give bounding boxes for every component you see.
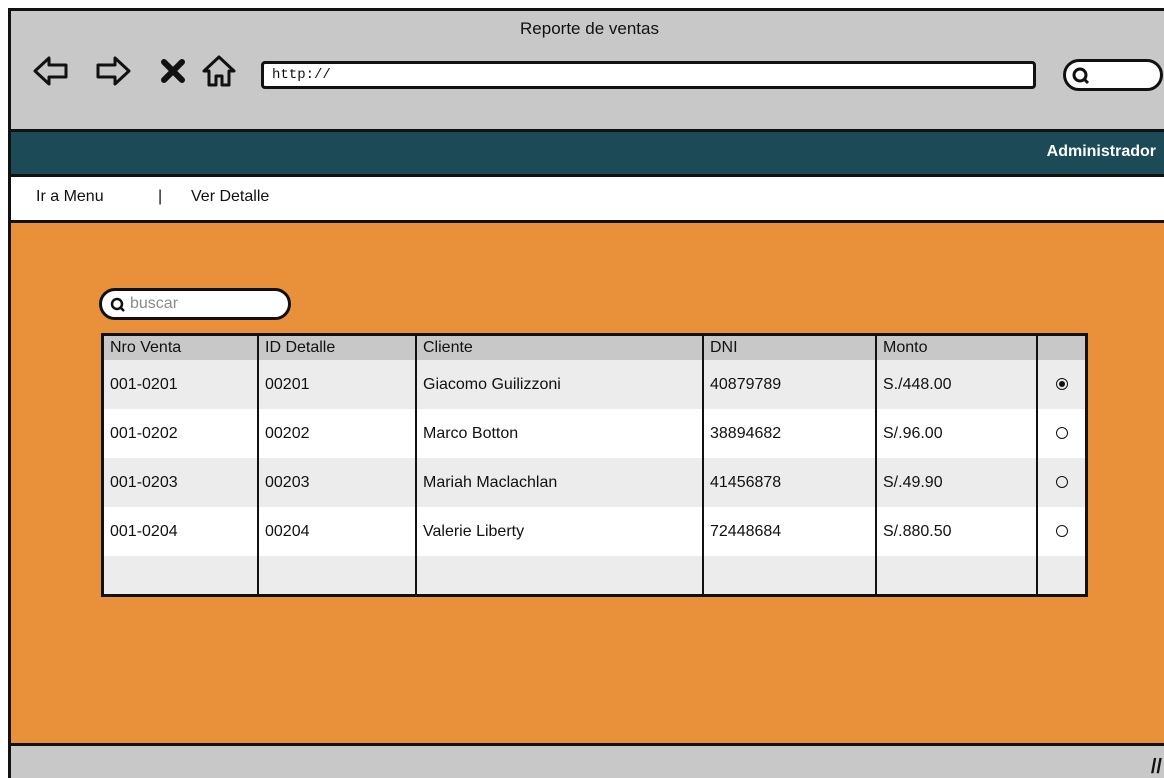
cell-select (1037, 458, 1087, 507)
cell-nro-venta: 001-0204 (102, 507, 259, 556)
search-icon (1072, 67, 1090, 85)
user-label[interactable]: Administrador (1047, 143, 1156, 161)
cell-select (1037, 507, 1087, 556)
back-arrow-icon[interactable] (33, 53, 69, 89)
column-header-monto[interactable]: Monto (876, 334, 1038, 360)
menu-item-ir-a-menu[interactable]: Ir a Menu (36, 188, 104, 206)
row-select-radio[interactable] (1055, 525, 1068, 538)
cell-nro-venta: 001-0203 (102, 458, 259, 507)
url-bar[interactable]: http:// (261, 61, 1036, 89)
search-icon (110, 297, 125, 312)
search-input[interactable] (130, 294, 280, 314)
cell-monto: S./448.00 (876, 360, 1038, 409)
menu-bar: Ir a Menu | Ver Detalle (11, 177, 1164, 223)
column-header-cliente[interactable]: Cliente (416, 334, 704, 360)
column-header-nro-venta[interactable]: Nro Venta (102, 334, 259, 360)
cell-cliente: Valerie Liberty (416, 507, 704, 556)
cell-nro-venta: 001-0201 (102, 360, 259, 409)
table-row-empty (102, 556, 1087, 596)
row-select-radio[interactable] (1055, 427, 1068, 440)
table-row[interactable]: 001-0203 00203 Mariah Maclachlan 4145687… (102, 458, 1087, 507)
cell-id-detalle: 00203 (258, 458, 417, 507)
column-header-select (1037, 334, 1087, 360)
cell-id-detalle: 00201 (258, 360, 417, 409)
cell-dni: 38894682 (703, 409, 877, 458)
home-icon[interactable] (201, 53, 237, 89)
cell-id-detalle: 00204 (258, 507, 417, 556)
cell-nro-venta: 001-0202 (102, 409, 259, 458)
app-header: Administrador (11, 129, 1164, 177)
cell-select (1037, 409, 1087, 458)
cell-select (1037, 360, 1087, 409)
browser-titlebar: Reporte de ventas http:// (11, 11, 1164, 129)
close-icon[interactable] (155, 53, 191, 89)
table-row[interactable]: 001-0204 00204 Valerie Liberty 72448684 … (102, 507, 1087, 556)
browser-window: Reporte de ventas http:// Administrador … (8, 8, 1164, 778)
cell-dni: 40879789 (703, 360, 877, 409)
cell-monto: S/.49.90 (876, 458, 1038, 507)
search-box[interactable] (99, 288, 291, 320)
resize-grip-icon[interactable]: // (1151, 756, 1162, 778)
cell-dni: 41456878 (703, 458, 877, 507)
table-header-row: Nro Venta ID Detalle Cliente DNI Monto (102, 334, 1087, 360)
content-area: Nro Venta ID Detalle Cliente DNI Monto 0… (11, 223, 1164, 743)
table-row[interactable]: 001-0201 00201 Giacomo Guilizzoni 408797… (102, 360, 1087, 409)
forward-arrow-icon[interactable] (95, 53, 131, 89)
cell-monto: S/.96.00 (876, 409, 1038, 458)
cell-monto: S/.880.50 (876, 507, 1038, 556)
cell-id-detalle: 00202 (258, 409, 417, 458)
row-select-radio[interactable] (1055, 378, 1068, 391)
window-title: Reporte de ventas (520, 19, 659, 38)
cell-cliente: Marco Botton (416, 409, 704, 458)
table-row[interactable]: 001-0202 00202 Marco Botton 38894682 S/.… (102, 409, 1087, 458)
cell-cliente: Mariah Maclachlan (416, 458, 704, 507)
menu-item-ver-detalle[interactable]: Ver Detalle (191, 188, 269, 206)
cell-cliente: Giacomo Guilizzoni (416, 360, 704, 409)
status-bar: // (11, 743, 1164, 778)
browser-search-box[interactable] (1063, 59, 1163, 91)
menu-separator: | (158, 188, 163, 205)
row-select-radio[interactable] (1055, 476, 1068, 489)
column-header-id-detalle[interactable]: ID Detalle (258, 334, 417, 360)
cell-dni: 72448684 (703, 507, 877, 556)
column-header-dni[interactable]: DNI (703, 334, 877, 360)
sales-table: Nro Venta ID Detalle Cliente DNI Monto 0… (101, 333, 1088, 597)
